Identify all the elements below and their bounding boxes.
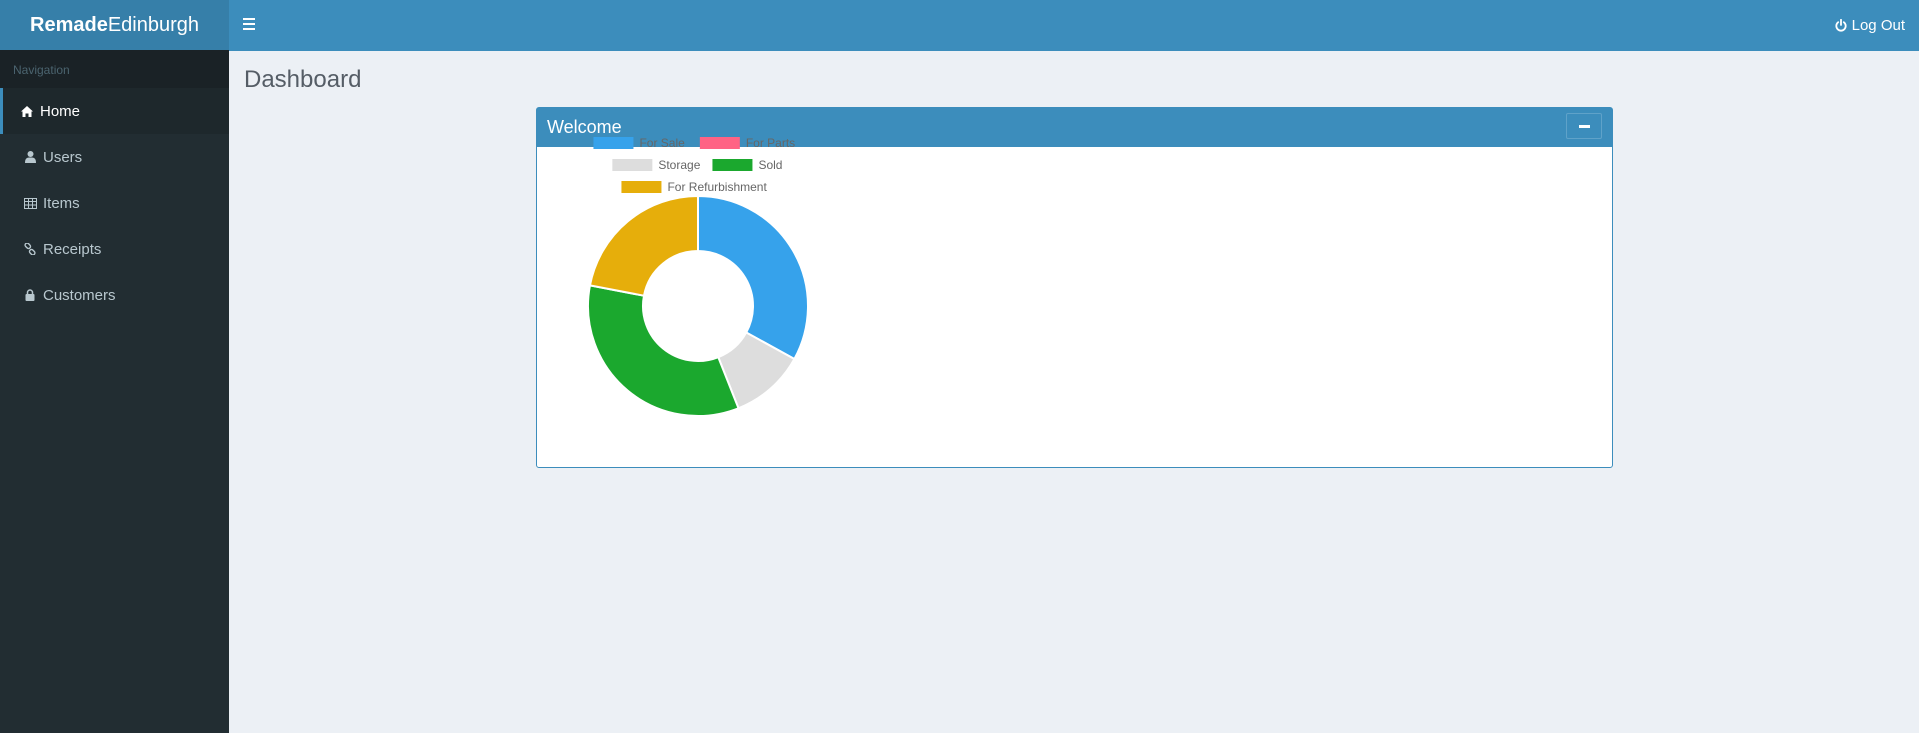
sidebar-item-label: Receipts (43, 240, 102, 258)
sidebar-item-users[interactable]: Users (0, 134, 229, 180)
sidebar-item-customers[interactable]: Customers (0, 272, 229, 318)
legend-item[interactable]: Storage (612, 158, 701, 172)
donut-slice[interactable] (697, 194, 809, 361)
legend-swatch (593, 137, 634, 149)
legend-item[interactable]: For Parts (699, 136, 795, 150)
legend-item[interactable]: For Sale (593, 136, 685, 150)
legend-label: Sold (758, 158, 782, 172)
welcome-box: Welcome For Sale For Parts Storage Sold For … (536, 107, 1613, 468)
legend-item[interactable]: Sold (712, 158, 782, 172)
power-icon (1835, 19, 1847, 32)
sidebar-item-label: Items (43, 194, 80, 212)
lock-icon (23, 288, 37, 302)
legend-swatch (699, 137, 740, 149)
link-icon (23, 242, 37, 256)
legend-swatch (712, 159, 753, 171)
sidebar-header: Navigation (0, 50, 229, 88)
sidebar-item-label: Home (40, 102, 81, 120)
legend-label: Storage (658, 158, 700, 172)
page-title: Dashboard (244, 66, 362, 93)
sidebar: Remade Edinburgh Navigation Home Users It… (0, 0, 229, 733)
table-icon (23, 196, 37, 210)
legend-label: For Sale (639, 136, 685, 150)
sidebar-item-label: Users (43, 148, 83, 166)
sidebar-item-receipts[interactable]: Receipts (0, 226, 229, 272)
legend-label: For Refurbishment (667, 180, 767, 194)
legend-item[interactable]: For Refurbishment (621, 180, 767, 194)
logo-light: Edinburgh (107, 13, 199, 36)
sidebar-item-items[interactable]: Items (0, 180, 229, 226)
sidebar-toggle-icon[interactable] (243, 18, 255, 30)
donut-slice[interactable] (588, 194, 699, 297)
top-navbar: Log Out (229, 0, 1919, 51)
sidebar-item-home[interactable]: Home (0, 88, 229, 134)
donut-chart: For Sale For Parts Storage Sold For Refurbis… (587, 136, 809, 417)
legend-swatch (612, 159, 653, 171)
app-logo[interactable]: Remade Edinburgh (0, 0, 229, 50)
user-icon (23, 150, 37, 164)
logo-bold: Remade (30, 13, 108, 36)
sidebar-item-label: Customers (43, 286, 116, 304)
legend-label: For Parts (746, 136, 795, 150)
donut-slice[interactable] (587, 284, 740, 417)
home-icon (20, 104, 34, 118)
legend-swatch (621, 181, 662, 193)
logout-button[interactable]: Log Out (1835, 0, 1905, 51)
logout-label: Log Out (1851, 17, 1905, 34)
